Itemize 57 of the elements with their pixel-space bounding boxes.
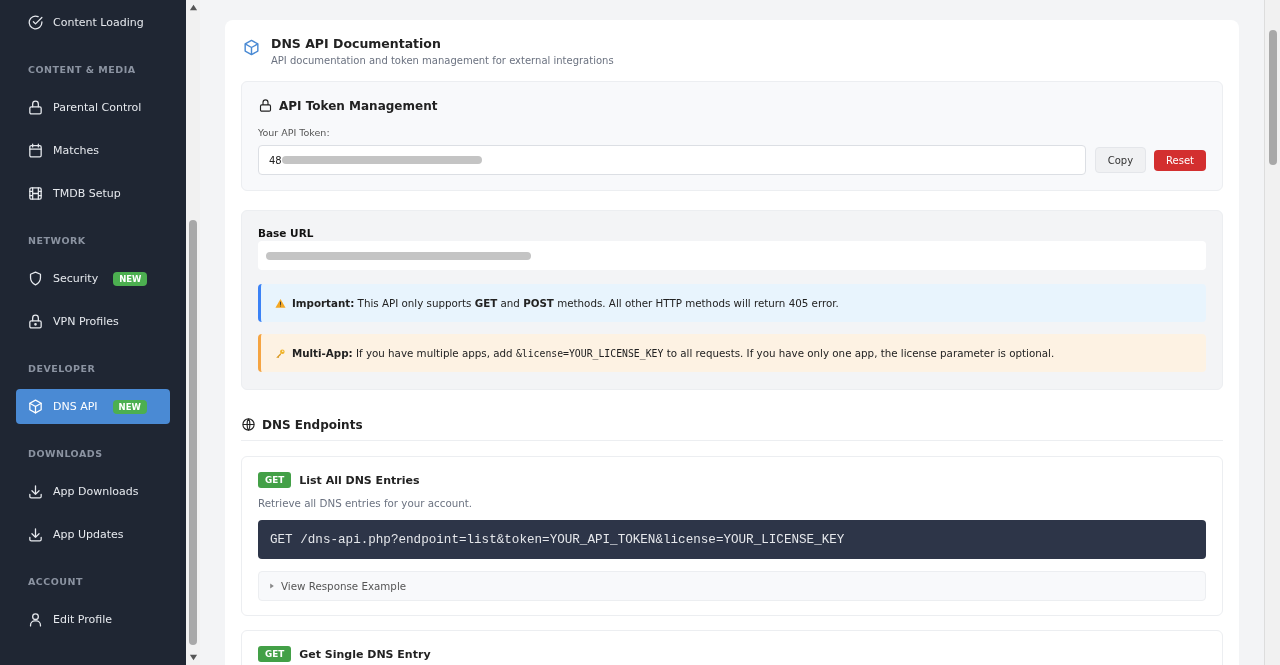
notice-text: Important: This API only supports GET and POST methods. All other HTTP methods will return 405 error. bbox=[292, 297, 839, 309]
reset-button[interactable]: Reset bbox=[1154, 149, 1206, 171]
page-title: DNS API Documentation bbox=[271, 36, 442, 51]
sidebar-item[interactable]: DNS API NEW bbox=[16, 389, 170, 424]
method-badge: GET bbox=[258, 646, 292, 662]
sidebar-item[interactable]: VPN Profiles bbox=[16, 304, 170, 339]
section-heading: DEVELOPER bbox=[27, 362, 97, 376]
calendar-icon bbox=[27, 142, 44, 159]
endpoint-title: Get Single DNS Entry bbox=[299, 647, 431, 661]
globe-icon bbox=[241, 417, 256, 432]
lock-icon bbox=[27, 313, 44, 330]
check-circle-icon bbox=[27, 14, 44, 31]
lock-icon bbox=[27, 99, 44, 116]
caret-icon bbox=[269, 583, 275, 589]
code-block: GET /dns-api.php?endpoint=list&token=YOUR_API_TOKEN&license=YOUR_LICENSE_KEY bbox=[258, 520, 1206, 559]
new-badge: NEW bbox=[113, 271, 148, 286]
response-toggle[interactable]: View Response Example bbox=[258, 571, 1206, 601]
token-field[interactable]: 48 bbox=[258, 145, 1086, 175]
sidebar-item[interactable]: Edit Profile bbox=[16, 602, 170, 637]
notice-text: Multi-App: If you have multiple apps, add &license=YOUR_LICENSE_KEY to all requests. If you have only one app, the license parameter is optional. bbox=[292, 347, 1055, 359]
sidebar-item[interactable]: Matches bbox=[16, 133, 170, 168]
warning-icon bbox=[275, 297, 286, 309]
page-subtitle: API documentation and token management for external integrations bbox=[271, 55, 614, 66]
download-icon bbox=[27, 483, 44, 500]
cube-icon bbox=[242, 38, 261, 57]
section-heading: ACCOUNT bbox=[27, 575, 85, 589]
section-heading: DOWNLOADS bbox=[27, 447, 104, 461]
section-heading: CONTENT & MEDIA bbox=[27, 63, 137, 77]
sidebar-item[interactable]: Parental Control bbox=[16, 90, 170, 125]
key-icon bbox=[275, 347, 286, 359]
section-title: DNS Endpoints bbox=[262, 417, 363, 432]
scroll-up-icon[interactable] bbox=[188, 3, 198, 12]
copy-button[interactable]: Copy bbox=[1094, 147, 1147, 173]
film-icon bbox=[27, 185, 44, 202]
endpoint-title: List All DNS Entries bbox=[299, 473, 420, 487]
sidebar-item[interactable]: Security NEW bbox=[16, 261, 170, 296]
new-badge: NEW bbox=[112, 399, 147, 414]
field-label: Base URL bbox=[258, 227, 315, 239]
panel-title: API Token Management bbox=[279, 98, 438, 113]
scrollbar-thumb[interactable] bbox=[189, 220, 197, 645]
scroll-down-icon[interactable] bbox=[188, 653, 198, 662]
endpoint-description: Retrieve all DNS entries for your account. bbox=[258, 497, 474, 509]
method-badge: GET bbox=[258, 472, 292, 488]
sidebar-item[interactable]: TMDB Setup bbox=[16, 176, 170, 211]
shield-icon bbox=[27, 270, 44, 287]
scrollbar[interactable] bbox=[1264, 0, 1280, 665]
sidebar-item[interactable]: Content Loading bbox=[16, 5, 170, 40]
scrollbar[interactable] bbox=[186, 0, 200, 665]
field-label: Your API Token: bbox=[258, 127, 331, 138]
sidebar-item[interactable]: App Updates bbox=[16, 517, 170, 552]
lock-icon bbox=[258, 98, 273, 113]
download-icon bbox=[27, 526, 44, 543]
section-heading: NETWORK bbox=[27, 234, 87, 248]
user-icon bbox=[27, 611, 44, 628]
cube-icon bbox=[27, 398, 44, 415]
sidebar-item[interactable]: App Downloads bbox=[16, 474, 170, 509]
scrollbar-thumb[interactable] bbox=[1268, 30, 1277, 165]
